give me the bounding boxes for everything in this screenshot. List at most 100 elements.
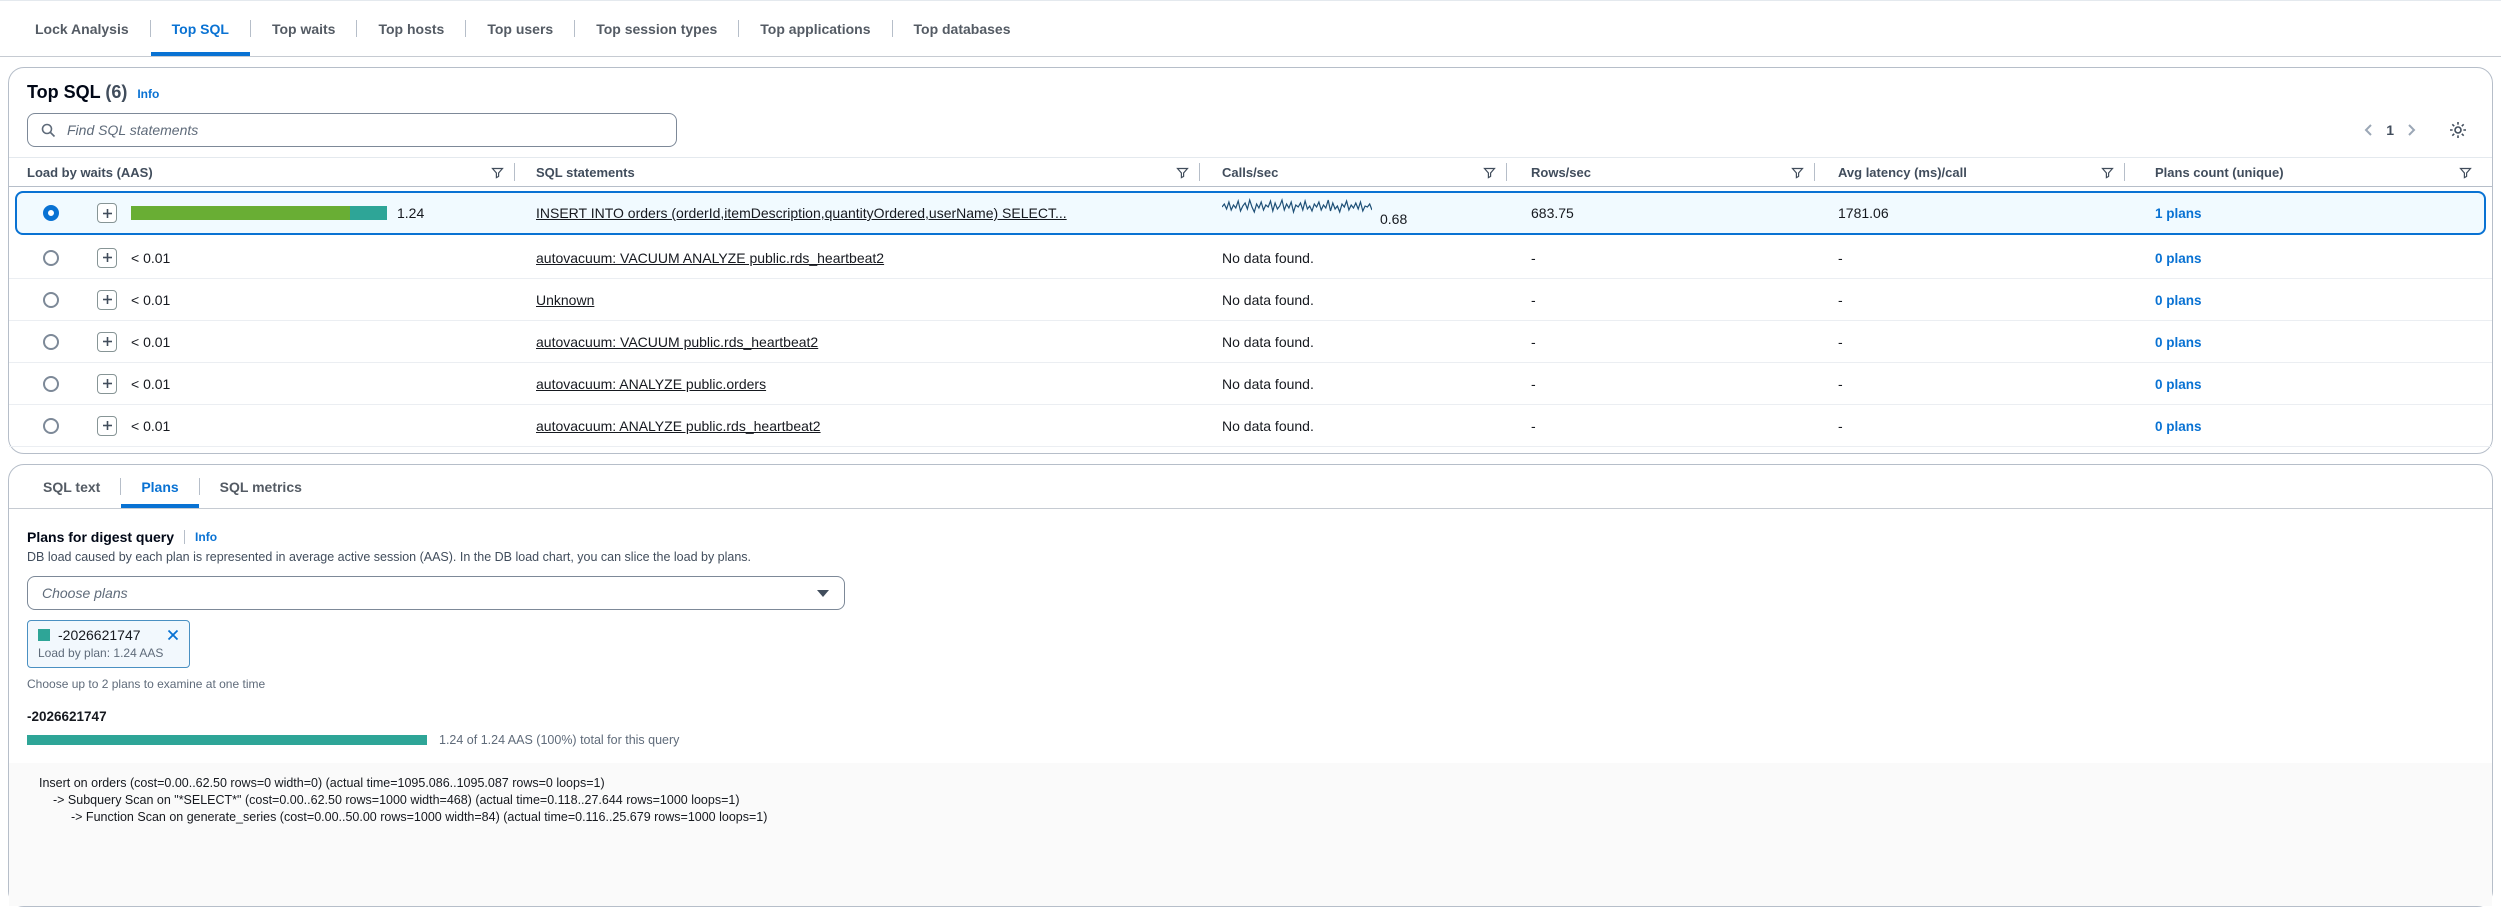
chevron-left-icon bbox=[2362, 123, 2376, 137]
table-row[interactable]: < 0.01 autovacuum: VACUUM ANALYZE public… bbox=[9, 237, 2492, 279]
filter-icon[interactable] bbox=[2101, 166, 2114, 179]
plan-color-swatch bbox=[38, 629, 50, 641]
sql-statement-link[interactable]: autovacuum: ANALYZE public.rds_heartbeat… bbox=[536, 418, 821, 434]
expand-row-button[interactable] bbox=[97, 248, 117, 268]
next-page-button[interactable] bbox=[2400, 121, 2422, 139]
sql-statement-link[interactable]: autovacuum: ANALYZE public.orders bbox=[536, 376, 766, 392]
row-radio[interactable] bbox=[43, 250, 59, 266]
divider bbox=[184, 530, 185, 544]
filter-icon[interactable] bbox=[1176, 166, 1189, 179]
search-input[interactable] bbox=[65, 121, 664, 139]
load-value: < 0.01 bbox=[131, 250, 170, 266]
avg-latency-cell: - bbox=[1815, 250, 2125, 266]
avg-latency-cell: - bbox=[1815, 292, 2125, 308]
rows-per-sec-cell: - bbox=[1507, 334, 1815, 350]
calls-value: No data found. bbox=[1222, 334, 1314, 350]
avg-latency-cell: - bbox=[1815, 418, 2125, 434]
search-icon bbox=[40, 122, 56, 138]
tab-sql-metrics[interactable]: SQL metrics bbox=[200, 465, 322, 508]
avg-latency-cell: - bbox=[1815, 376, 2125, 392]
row-radio[interactable] bbox=[43, 292, 59, 308]
plans-count-link[interactable]: 0 plans bbox=[2155, 251, 2202, 266]
filter-icon[interactable] bbox=[1791, 166, 1804, 179]
tab-lock-analysis[interactable]: Lock Analysis bbox=[14, 1, 150, 56]
sql-statement-link[interactable]: INSERT INTO orders (orderId,itemDescript… bbox=[536, 205, 1067, 221]
plan-line: -> Subquery Scan on "*SELECT*" (cost=0.0… bbox=[39, 792, 2474, 809]
expand-row-button[interactable] bbox=[97, 416, 117, 436]
sql-statement-link[interactable]: autovacuum: VACUUM public.rds_heartbeat2 bbox=[536, 334, 818, 350]
rows-per-sec-cell: 683.75 bbox=[1507, 205, 1815, 221]
plan-line: -> Function Scan on generate_series (cos… bbox=[39, 809, 2474, 826]
load-bar-segment bbox=[131, 206, 350, 220]
top-sql-info-link[interactable]: Info bbox=[137, 87, 159, 101]
plan-token-sublabel: Load by plan: 1.24 AAS bbox=[38, 646, 179, 660]
plans-section-title: Plans for digest query bbox=[27, 529, 174, 545]
row-radio-selected[interactable] bbox=[43, 205, 59, 221]
filter-icon[interactable] bbox=[2459, 166, 2472, 179]
dimension-tab-bar: Lock Analysis Top SQL Top waits Top host… bbox=[0, 0, 2501, 57]
table-body: 1.24 INSERT INTO orders (orderId,itemDes… bbox=[9, 191, 2492, 453]
expand-row-button[interactable] bbox=[97, 290, 117, 310]
load-bar-segment bbox=[350, 206, 387, 220]
table-row[interactable]: < 0.01 autovacuum: ANALYZE public.rds_he… bbox=[9, 405, 2492, 447]
tab-top-hosts[interactable]: Top hosts bbox=[357, 1, 465, 56]
column-header: Calls/sec bbox=[1222, 165, 1278, 180]
table-row[interactable]: < 0.01 autovacuum: VACUUM public.rds_hea… bbox=[9, 321, 2492, 363]
calls-value: No data found. bbox=[1222, 376, 1314, 392]
row-radio[interactable] bbox=[43, 334, 59, 350]
calls-value: No data found. bbox=[1222, 250, 1314, 266]
sql-statement-link[interactable]: autovacuum: VACUUM ANALYZE public.rds_he… bbox=[536, 250, 884, 266]
settings-gear-button[interactable] bbox=[2442, 119, 2474, 141]
plus-icon bbox=[102, 378, 113, 389]
row-radio[interactable] bbox=[43, 418, 59, 434]
tab-top-databases[interactable]: Top databases bbox=[893, 1, 1032, 56]
load-value: < 0.01 bbox=[131, 334, 170, 350]
dismiss-plan-button[interactable] bbox=[167, 629, 179, 641]
tab-top-applications[interactable]: Top applications bbox=[739, 1, 891, 56]
expand-row-button[interactable] bbox=[97, 332, 117, 352]
calls-value: No data found. bbox=[1222, 292, 1314, 308]
plans-count-link[interactable]: 0 plans bbox=[2155, 419, 2202, 434]
plan-load-progress-label: 1.24 of 1.24 AAS (100%) total for this q… bbox=[439, 733, 679, 747]
table-row[interactable]: 1.24 INSERT INTO orders (orderId,itemDes… bbox=[15, 191, 2486, 235]
table-toolbar: 1 bbox=[9, 105, 2492, 157]
caret-down-icon bbox=[816, 589, 830, 598]
calls-value: 0.68 bbox=[1380, 212, 1407, 226]
table-row[interactable]: < 0.01 autovacuum: ANALYZE public.orders… bbox=[9, 363, 2492, 405]
filter-icon[interactable] bbox=[491, 166, 504, 179]
tab-plans[interactable]: Plans bbox=[121, 465, 198, 508]
avg-latency-cell: - bbox=[1815, 334, 2125, 350]
load-value: < 0.01 bbox=[131, 292, 170, 308]
choose-plans-select[interactable]: Choose plans bbox=[27, 576, 845, 610]
table-row[interactable]: < 0.01 Unknown No data found. - - 0 plan… bbox=[9, 279, 2492, 321]
expand-row-button[interactable] bbox=[97, 203, 117, 223]
sql-detail-panel: SQL text Plans SQL metrics Plans for dig… bbox=[8, 464, 2493, 907]
plans-count-link[interactable]: 0 plans bbox=[2155, 335, 2202, 350]
plans-count-link[interactable]: 0 plans bbox=[2155, 377, 2202, 392]
gear-icon bbox=[2448, 120, 2468, 140]
plans-tab-content: Plans for digest query Info DB load caus… bbox=[9, 509, 2492, 906]
expand-row-button[interactable] bbox=[97, 374, 117, 394]
tab-top-session-types[interactable]: Top session types bbox=[575, 1, 738, 56]
row-radio[interactable] bbox=[43, 376, 59, 392]
tab-top-users[interactable]: Top users bbox=[466, 1, 574, 56]
plans-count-link[interactable]: 0 plans bbox=[2155, 293, 2202, 308]
plans-count-link[interactable]: 1 plans bbox=[2155, 206, 2202, 221]
plans-info-link[interactable]: Info bbox=[195, 530, 217, 544]
plan-name: -2026621747 bbox=[27, 709, 2474, 724]
plus-icon bbox=[102, 336, 113, 347]
plans-description: DB load caused by each plan is represent… bbox=[27, 550, 2474, 564]
rows-per-sec-cell: - bbox=[1507, 250, 1815, 266]
plus-icon bbox=[102, 252, 113, 263]
select-placeholder: Choose plans bbox=[42, 585, 128, 601]
tab-sql-text[interactable]: SQL text bbox=[23, 465, 120, 508]
sql-statement-link[interactable]: Unknown bbox=[536, 292, 594, 308]
sql-search-box[interactable] bbox=[27, 113, 677, 147]
plan-load-progress-fill bbox=[27, 735, 427, 745]
filter-icon[interactable] bbox=[1483, 166, 1496, 179]
table-header: Load by waits (AAS) SQL statements Calls… bbox=[9, 157, 2492, 187]
tab-top-sql[interactable]: Top SQL bbox=[151, 1, 250, 56]
prev-page-button[interactable] bbox=[2358, 121, 2380, 139]
plus-icon bbox=[102, 420, 113, 431]
tab-top-waits[interactable]: Top waits bbox=[251, 1, 357, 56]
